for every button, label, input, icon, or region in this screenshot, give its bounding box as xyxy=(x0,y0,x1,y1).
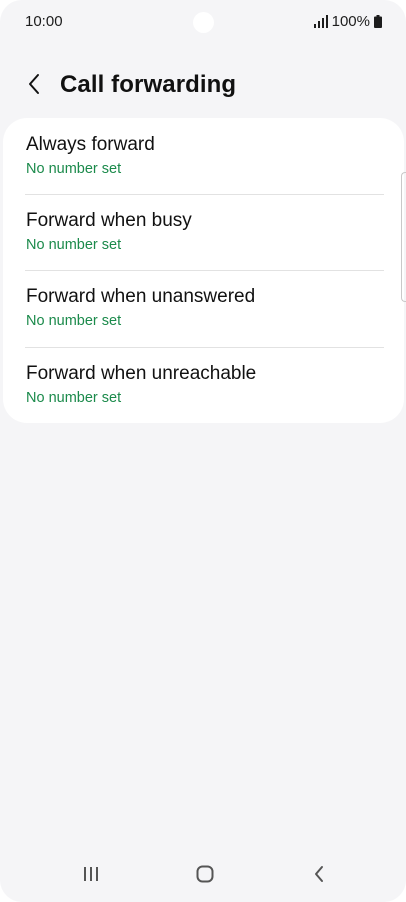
list-item-subtitle: No number set xyxy=(26,390,122,406)
status-indicators: 100% xyxy=(313,13,382,30)
list-item-subtitle: No number set xyxy=(26,237,122,253)
phone-screen: 10:00 100% Call forwarding Always forwar… xyxy=(0,0,406,902)
back-icon xyxy=(315,866,323,882)
signal-icon xyxy=(313,15,328,28)
home-button[interactable] xyxy=(185,858,225,890)
list-item-title: Forward when busy xyxy=(26,210,192,231)
list-item-title: Forward when unanswered xyxy=(26,286,256,307)
status-bar: 10:00 100% xyxy=(0,0,406,44)
list-item-forward-when-unreachable[interactable]: Forward when unreachable No number set xyxy=(3,348,404,424)
list-item-forward-when-unanswered[interactable]: Forward when unanswered No number set xyxy=(3,271,404,347)
page-title: Call forwarding xyxy=(60,71,237,98)
list-item-forward-when-busy[interactable]: Forward when busy No number set xyxy=(3,195,404,271)
back-button[interactable] xyxy=(18,68,50,100)
nav-back-button[interactable] xyxy=(299,858,339,890)
camera-cutout xyxy=(193,12,214,33)
battery-percent: 100% xyxy=(331,13,370,30)
list-item-subtitle: No number set xyxy=(26,313,122,329)
chevron-left-icon xyxy=(29,74,39,94)
forwarding-options-list: Always forward No number set Forward whe… xyxy=(3,118,404,423)
recent-apps-icon xyxy=(84,867,98,881)
list-item-always-forward[interactable]: Always forward No number set xyxy=(3,118,404,194)
home-icon xyxy=(196,865,214,883)
list-item-title: Always forward xyxy=(26,134,155,155)
recent-apps-button[interactable] xyxy=(71,858,111,890)
header: Call forwarding xyxy=(0,60,406,110)
status-time: 10:00 xyxy=(25,13,63,30)
list-item-title: Forward when unreachable xyxy=(26,363,257,384)
scrollbar[interactable] xyxy=(401,172,406,302)
list-item-subtitle: No number set xyxy=(26,161,122,177)
battery-icon xyxy=(374,15,382,28)
navigation-bar xyxy=(0,846,406,902)
